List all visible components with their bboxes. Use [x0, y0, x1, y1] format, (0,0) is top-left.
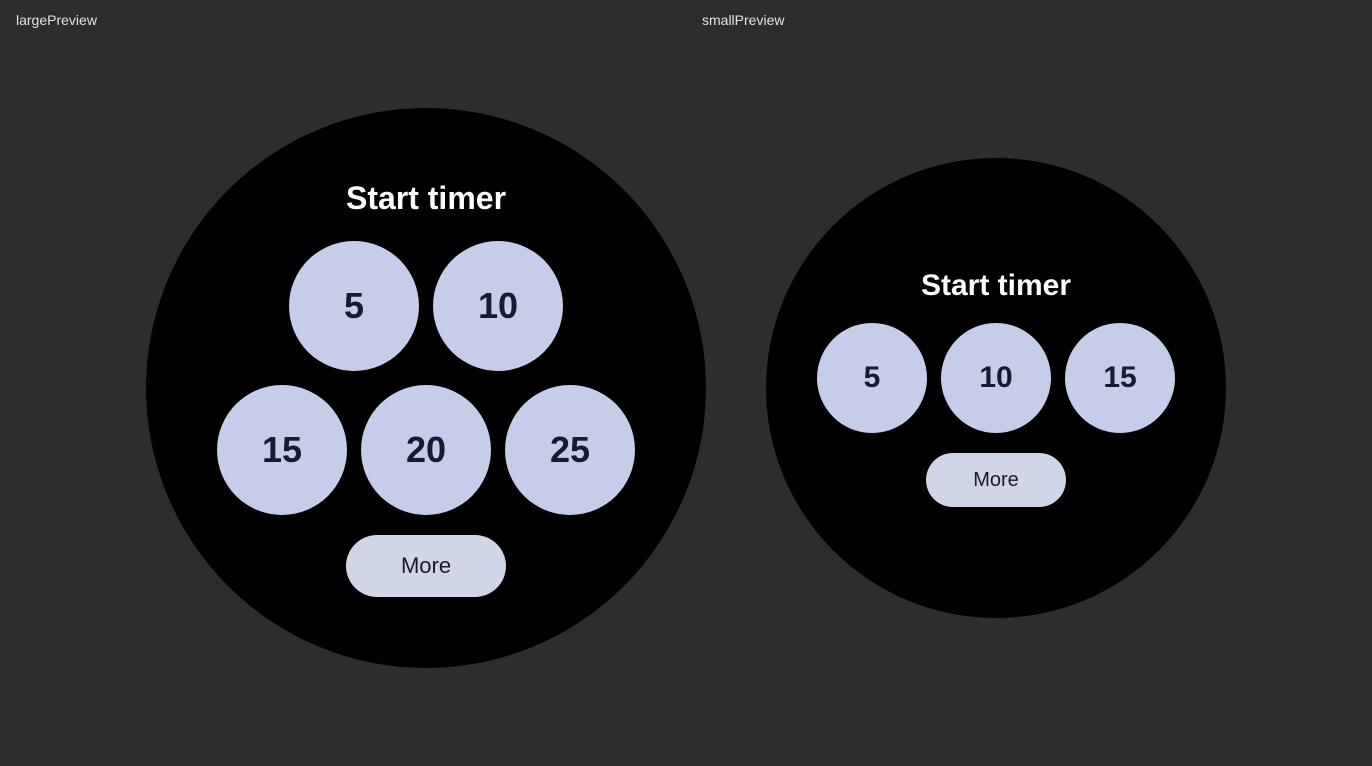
large-preview-label: largePreview	[16, 12, 702, 28]
large-timer-buttons: 5 10 15 20 25 More	[217, 241, 635, 597]
large-more-row: More	[346, 529, 506, 597]
small-btn-5[interactable]: 5	[817, 323, 927, 433]
large-btn-5[interactable]: 5	[289, 241, 419, 371]
large-btn-15[interactable]: 15	[217, 385, 347, 515]
large-row-1: 5 10	[289, 241, 563, 371]
small-row-1: 5 10 15	[817, 323, 1175, 433]
small-watch-preview: Start timer 5 10 15 More	[766, 158, 1226, 618]
small-btn-10[interactable]: 10	[941, 323, 1051, 433]
large-watch-preview: Start timer 5 10 15 20 25 More	[146, 108, 706, 668]
large-btn-10[interactable]: 10	[433, 241, 563, 371]
small-btn-15[interactable]: 15	[1065, 323, 1175, 433]
small-timer-buttons: 5 10 15 More	[817, 323, 1175, 507]
small-watch-title: Start timer	[921, 269, 1071, 303]
large-btn-25[interactable]: 25	[505, 385, 635, 515]
large-btn-20[interactable]: 20	[361, 385, 491, 515]
large-row-2: 15 20 25	[217, 385, 635, 515]
small-more-row: More	[926, 447, 1066, 507]
small-preview-label: smallPreview	[702, 12, 1356, 28]
large-more-button[interactable]: More	[346, 535, 506, 597]
previews-container: Start timer 5 10 15 20 25 More Start tim…	[0, 40, 1372, 766]
large-watch-face: Start timer 5 10 15 20 25 More	[146, 108, 706, 668]
small-watch-face: Start timer 5 10 15 More	[766, 158, 1226, 618]
large-watch-title: Start timer	[346, 180, 506, 217]
small-more-button[interactable]: More	[926, 453, 1066, 507]
